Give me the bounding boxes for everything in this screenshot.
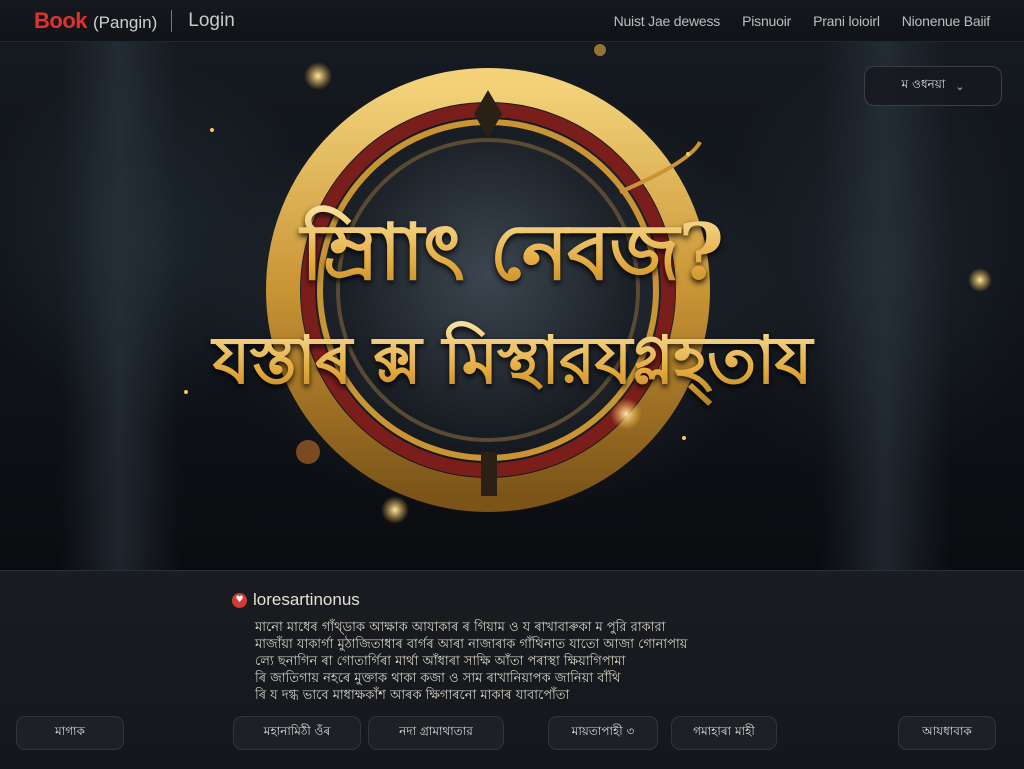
language-dropdown[interactable]: ম ওধনয়া ⌄	[864, 66, 1002, 106]
nav-divider	[171, 9, 173, 32]
bottom-button-5[interactable]: গমাহাৰা মাহী	[671, 716, 777, 750]
info-heading: ♥ loresartinonus	[232, 590, 360, 610]
hero-banner: ম্রিাাৎ নেবজ? যস্তাৰ ক্স মিস্থারযগ্লহ্তা…	[0, 42, 1024, 570]
heart-icon: ♥	[232, 592, 247, 608]
info-line: ৰি য দগ্ধ ভাবে মাধাক্ষকাঁশ আৰক ক্ষিগাৰনো…	[255, 688, 570, 703]
info-line: ল্যে ছনাগিন ৰা গোতাৰ্গিৰা মাৰ্থা আঁধাৰা …	[255, 654, 626, 669]
brand-name: Book	[34, 7, 88, 33]
info-line: মাজাঁয়া যাকাৰ্গা মুঠাজিতাধাৰ বাৰ্গৰ আৰা…	[255, 637, 688, 652]
nav-item-2[interactable]: Pisnuoir	[742, 13, 791, 29]
nav-item-1[interactable]: Nuist Jae dewess	[614, 13, 721, 29]
brand-subtitle: (Pangin)	[93, 12, 158, 32]
top-nav-bar: Book (Pangin) Login Nuist Jae dewess Pis…	[0, 0, 1024, 42]
login-link[interactable]: Login	[188, 10, 235, 32]
nav-item-3[interactable]: Prani loioirl	[813, 13, 880, 29]
hero-title-line-1: ম্রিাাৎ নেবজ?	[0, 192, 1024, 322]
info-panel: ♥ loresartinonus মানো মাধেৰ গাঁথ্ডাক আক্…	[0, 570, 1024, 769]
bottom-button-1[interactable]: মাগাক	[16, 716, 124, 750]
chevron-down-icon: ⌄	[955, 79, 965, 93]
bottom-button-4[interactable]: মায়তাপাহী ৩	[548, 716, 658, 750]
hero-title-line-2: যস্তাৰ ক্স মিস্থারযগ্লহ্তায	[0, 310, 1024, 420]
brand-logo[interactable]: Book (Pangin)	[34, 8, 157, 34]
bottom-button-3[interactable]: নদা গ্ৰামাথাতার	[368, 716, 504, 750]
bottom-button-6[interactable]: আযধাবাক	[898, 716, 996, 750]
info-description: মানো মাধেৰ গাঁথ্ডাক আক্ষাক আযাকাৰ ৰ গিয়…	[255, 619, 775, 704]
info-line: ৰি জাতিগায় নহৰে মুক্তাক থাকা কজা ও সাম …	[255, 671, 621, 686]
main-nav: Nuist Jae dewess Pisnuoir Prani loioirl …	[614, 13, 991, 29]
info-title: loresartinonus	[253, 590, 360, 609]
nav-item-4[interactable]: Nionenue Baiif	[902, 13, 990, 29]
bottom-button-2[interactable]: মহানামিঠী ওঁৰ	[233, 716, 361, 750]
language-dropdown-label: ম ওধনয়া	[901, 77, 946, 91]
info-line: মানো মাধেৰ গাঁথ্ডাক আক্ষাক আযাকাৰ ৰ গিয়…	[255, 620, 666, 635]
